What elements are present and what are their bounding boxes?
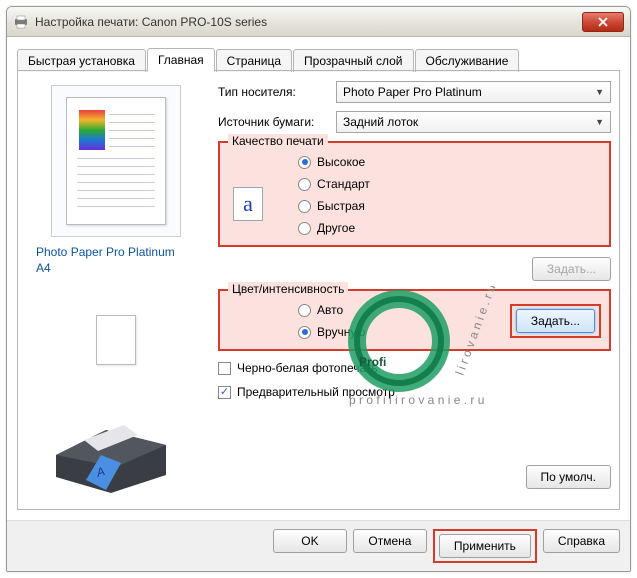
quality-sample-icon: a	[233, 187, 263, 221]
window-title: Настройка печати: Canon PRO-10S series	[35, 15, 582, 29]
color-intensity-legend: Цвет/интенсивность	[228, 282, 348, 296]
bw-photo-checkbox[interactable]: Черно-белая фотопечать	[218, 361, 611, 375]
printer-icon	[13, 14, 29, 30]
tab-maintenance[interactable]: Обслуживание	[415, 49, 520, 72]
small-paper-icon	[96, 315, 136, 365]
tab-page[interactable]: Страница	[216, 49, 292, 72]
color-intensity-group: Цвет/интенсивность Авто Вручную Задать..…	[218, 289, 611, 351]
tab-main[interactable]: Главная	[147, 48, 215, 72]
quality-set-button[interactable]: Задать...	[532, 257, 611, 281]
help-button[interactable]: Справка	[543, 529, 620, 553]
color-set-button[interactable]: Задать...	[516, 309, 595, 333]
print-settings-window: Настройка печати: Canon PRO-10S series Б…	[6, 6, 631, 572]
quality-radio-fast[interactable]: Быстрая	[298, 195, 601, 217]
right-column: Тип носителя: Photo Paper Pro Platinum ▼…	[218, 81, 611, 498]
paper-name-label: Photo Paper Pro Platinum	[36, 245, 175, 259]
tab-clear-coat[interactable]: Прозрачный слой	[293, 49, 413, 72]
titlebar: Настройка печати: Canon PRO-10S series	[7, 7, 630, 37]
tab-bar: Быстрая установка Главная Страница Прозр…	[17, 47, 620, 71]
apply-button[interactable]: Применить	[439, 534, 531, 558]
print-quality-group: Качество печати a Высокое Стандарт Быстр…	[218, 141, 611, 247]
content-area: Быстрая установка Главная Страница Прозр…	[7, 37, 630, 520]
media-type-dropdown[interactable]: Photo Paper Pro Platinum ▼	[336, 81, 611, 103]
print-quality-legend: Качество печати	[228, 134, 328, 148]
chevron-down-icon: ▼	[595, 87, 604, 97]
paper-size-label: A4	[36, 261, 51, 275]
dialog-button-bar: OK Отмена Применить Справка	[7, 520, 630, 571]
page-preview	[51, 85, 181, 237]
quality-radio-standard[interactable]: Стандарт	[298, 173, 601, 195]
tab-quick-setup[interactable]: Быстрая установка	[17, 49, 146, 72]
chevron-down-icon: ▼	[595, 117, 604, 127]
paper-source-label: Источник бумаги:	[218, 115, 328, 129]
printer-illustration: A	[46, 395, 186, 498]
media-type-label: Тип носителя:	[218, 85, 328, 99]
preview-checkbox[interactable]: Предварительный просмотр	[218, 385, 611, 399]
color-radio-manual[interactable]: Вручную	[298, 321, 510, 343]
cancel-button[interactable]: Отмена	[353, 529, 427, 553]
color-radio-auto[interactable]: Авто	[298, 299, 510, 321]
tab-panel-main: Photo Paper Pro Platinum A4 A	[17, 70, 620, 510]
color-set-highlight: Задать...	[510, 304, 601, 338]
left-column: Photo Paper Pro Platinum A4 A	[26, 81, 206, 498]
paper-source-dropdown[interactable]: Задний лоток ▼	[336, 111, 611, 133]
ok-button[interactable]: OK	[273, 529, 347, 553]
defaults-button[interactable]: По умолч.	[526, 465, 611, 489]
quality-radio-other[interactable]: Другое	[298, 217, 601, 239]
quality-radio-high[interactable]: Высокое	[298, 151, 601, 173]
apply-highlight: Применить	[433, 529, 537, 563]
close-button[interactable]	[582, 12, 624, 32]
